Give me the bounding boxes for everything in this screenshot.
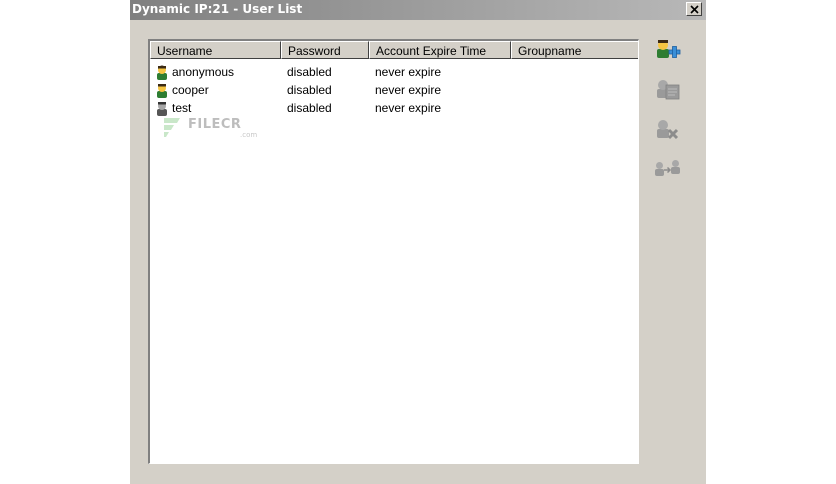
password-cell: disabled <box>287 83 332 97</box>
title-bar[interactable]: Dynamic IP:21 - User List <box>130 0 706 20</box>
close-button[interactable] <box>686 2 702 16</box>
user-active-icon <box>157 65 167 80</box>
password-cell: disabled <box>287 65 332 79</box>
username-cell: anonymous <box>172 65 235 79</box>
edit-user-button[interactable] <box>654 77 682 103</box>
table-row[interactable]: anonymous disabled never expire <box>150 63 638 81</box>
edit-user-icon <box>657 80 680 100</box>
user-active-icon <box>157 84 167 98</box>
watermark-subtext: .com <box>240 131 258 139</box>
expire-cell: never expire <box>375 101 442 115</box>
column-header-groupname[interactable]: Groupname <box>511 41 638 59</box>
password-cell: disabled <box>287 101 332 115</box>
expire-cell: never expire <box>375 65 442 79</box>
copy-user-icon <box>655 160 680 176</box>
table-row[interactable]: cooper disabled never expire <box>150 81 638 99</box>
add-user-icon <box>657 40 681 58</box>
window-title: Dynamic IP:21 - User List <box>132 2 303 16</box>
delete-user-icon <box>657 120 679 140</box>
list-header: Username Password Account Expire Time Gr… <box>150 41 638 59</box>
watermark-text: FILECR <box>188 117 242 132</box>
username-cell: test <box>172 101 192 115</box>
column-header-username[interactable]: Username <box>150 41 281 59</box>
table-row[interactable]: test disabled never expire <box>150 99 638 117</box>
watermark: FILECR .com <box>160 116 260 140</box>
column-header-expire[interactable]: Account Expire Time <box>369 41 511 59</box>
watermark-logo-icon <box>164 118 180 137</box>
column-header-password[interactable]: Password <box>281 41 369 59</box>
copy-user-button[interactable] <box>654 155 682 181</box>
delete-user-button[interactable] <box>654 117 682 143</box>
username-cell: cooper <box>172 83 209 97</box>
expire-cell: never expire <box>375 83 442 97</box>
user-list-window: Dynamic IP:21 - User List Username Passw… <box>130 0 706 484</box>
user-disabled-icon <box>157 102 167 116</box>
close-icon <box>690 5 699 14</box>
add-user-button[interactable] <box>654 37 682 63</box>
user-list-view[interactable]: Username Password Account Expire Time Gr… <box>148 39 639 464</box>
